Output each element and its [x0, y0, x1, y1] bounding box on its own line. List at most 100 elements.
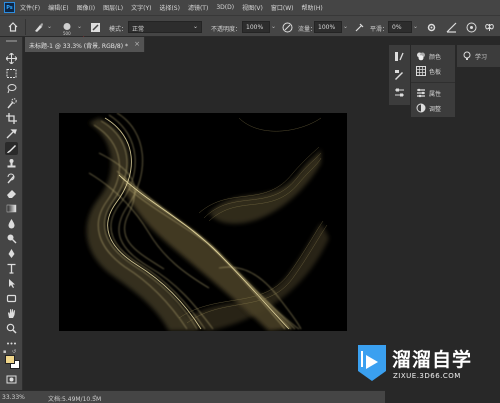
menu-select[interactable]: 选择(S): [159, 3, 180, 12]
menu-window[interactable]: 窗口(W): [271, 3, 294, 12]
chevron-down-icon[interactable]: ⌄: [271, 23, 276, 30]
tool-preset-picker[interactable]: [31, 20, 45, 34]
palette-icon: [416, 51, 426, 61]
stamp-icon: [7, 159, 16, 168]
menu-type[interactable]: 文字(Y): [131, 3, 151, 12]
tools-panel: ▪ ↺: [0, 37, 23, 390]
chevron-down-icon[interactable]: ⌄: [47, 23, 52, 30]
gear-icon: [427, 23, 435, 31]
close-icon[interactable]: ×: [134, 40, 140, 48]
crop-icon: [6, 113, 17, 124]
zoom-level[interactable]: 33.33%: [2, 394, 25, 401]
adjustments-panel-button[interactable]: [394, 87, 405, 98]
zoom-icon: [6, 323, 17, 334]
smoothing-input[interactable]: 0%: [388, 21, 412, 33]
opacity-label: 不透明度：: [211, 26, 242, 33]
symmetry-button[interactable]: [482, 20, 496, 34]
quick-select-icon: [7, 98, 17, 109]
properties-panel-button[interactable]: 属性: [416, 88, 441, 98]
brushes-panel-button[interactable]: [394, 69, 405, 80]
brush-settings-icon: [90, 22, 100, 32]
learn-panel-button[interactable]: 学习: [462, 51, 487, 61]
history-brush-icon: [7, 173, 15, 184]
lasso-tool[interactable]: [5, 82, 18, 95]
eyedropper-tool[interactable]: [5, 127, 18, 140]
move-icon: [6, 53, 17, 64]
marquee-tool[interactable]: [5, 67, 18, 80]
airbrush-button[interactable]: [352, 20, 366, 34]
document-canvas[interactable]: [59, 113, 347, 331]
flow-input[interactable]: 100%: [314, 21, 342, 33]
type-tool[interactable]: [5, 262, 18, 275]
lightbulb-icon: [462, 51, 472, 61]
menu-3d[interactable]: 3D(D): [216, 4, 234, 11]
adjustments-panel-button[interactable]: 调整: [416, 103, 441, 113]
opacity-value: 100%: [246, 24, 264, 31]
status-menu-arrow[interactable]: ›: [94, 393, 96, 400]
opacity-input[interactable]: 100%: [242, 21, 270, 33]
options-bar: ⌄ 500 ⌄ 模式： 正常 ⌄ 不透明度： 100% ⌄ 流量： 100% ⌄…: [0, 15, 500, 37]
brush-icon: [7, 145, 16, 153]
pressure-icon: [282, 22, 292, 32]
chevron-down-icon[interactable]: ⌄: [77, 23, 82, 30]
home-icon: [8, 22, 18, 32]
document-tab[interactable]: 未标题-1 @ 33.3% (背景, RGB/8) * ×: [25, 37, 145, 52]
pen-icon: [8, 249, 15, 258]
menu-view[interactable]: 视图(V): [242, 3, 263, 12]
pressure-size-button[interactable]: [464, 20, 478, 34]
quick-mask-button[interactable]: [5, 373, 18, 386]
eyedropper-icon: [6, 129, 17, 139]
adjustment-circle-icon: [416, 103, 426, 113]
blur-icon: [8, 219, 15, 229]
quick-mask-icon: [6, 375, 17, 384]
chevron-down-icon[interactable]: ⌄: [343, 23, 348, 30]
smoothing-label: 平滑：: [370, 26, 389, 33]
history-brush-tool[interactable]: [5, 172, 18, 185]
foreground-color-swatch[interactable]: [5, 355, 15, 364]
eraser-tool[interactable]: [5, 187, 18, 200]
zoom-tool[interactable]: [5, 322, 18, 335]
menu-filter[interactable]: 滤镜(T): [188, 3, 208, 12]
document-tab-label: 未标题-1 @ 33.3% (背景, RGB/8) *: [29, 43, 128, 50]
properties-icon: [416, 88, 426, 98]
gradient-tool[interactable]: [5, 202, 18, 215]
home-button[interactable]: [6, 20, 20, 34]
rectangle-icon: [6, 294, 17, 303]
site-watermark: 溜溜自学 ZIXUE.3D66.COM: [352, 335, 500, 395]
swatches-panel-button[interactable]: 色板: [416, 66, 441, 76]
lasso-icon: [7, 84, 17, 94]
angle-button[interactable]: [444, 20, 458, 34]
hand-tool[interactable]: [5, 307, 18, 320]
quick-select-tool[interactable]: [5, 97, 18, 110]
crop-tool[interactable]: [5, 112, 18, 125]
brush-settings-button[interactable]: [88, 20, 102, 34]
menu-layer[interactable]: 图层(L): [103, 3, 123, 12]
menu-help[interactable]: 帮助(H): [302, 3, 323, 12]
pen-tool[interactable]: [5, 247, 18, 260]
dodge-tool[interactable]: [5, 232, 18, 245]
menu-edit[interactable]: 编辑(E): [48, 3, 68, 12]
brush-size-value: 500: [63, 31, 71, 36]
menu-file[interactable]: 文件(F): [20, 3, 40, 12]
color-panel-label: 颜色: [429, 53, 442, 61]
brush-tool[interactable]: [5, 142, 18, 155]
mode-select[interactable]: 正常 ⌄: [128, 21, 202, 33]
grid-icon: [416, 66, 426, 76]
brush-settings-panel-button[interactable]: [394, 51, 405, 62]
smoke-artwork: [86, 113, 329, 331]
brushes-icon: [395, 70, 403, 80]
learn-panel-label: 学习: [475, 53, 488, 61]
smoothing-settings-button[interactable]: [424, 20, 438, 34]
mode-value: 正常: [132, 26, 145, 33]
path-select-tool[interactable]: [5, 277, 18, 290]
collapse-handle[interactable]: [6, 40, 17, 42]
move-tool[interactable]: [5, 52, 18, 65]
rectangle-tool[interactable]: [5, 292, 18, 305]
chevron-down-icon[interactable]: ⌄: [413, 23, 418, 30]
stamp-tool[interactable]: [5, 157, 18, 170]
pressure-size-icon: [466, 22, 476, 32]
pressure-opacity-button[interactable]: [280, 20, 294, 34]
color-panel-button[interactable]: 颜色: [416, 51, 441, 61]
menu-image[interactable]: 图像(I): [77, 3, 95, 12]
blur-tool[interactable]: [5, 217, 18, 230]
